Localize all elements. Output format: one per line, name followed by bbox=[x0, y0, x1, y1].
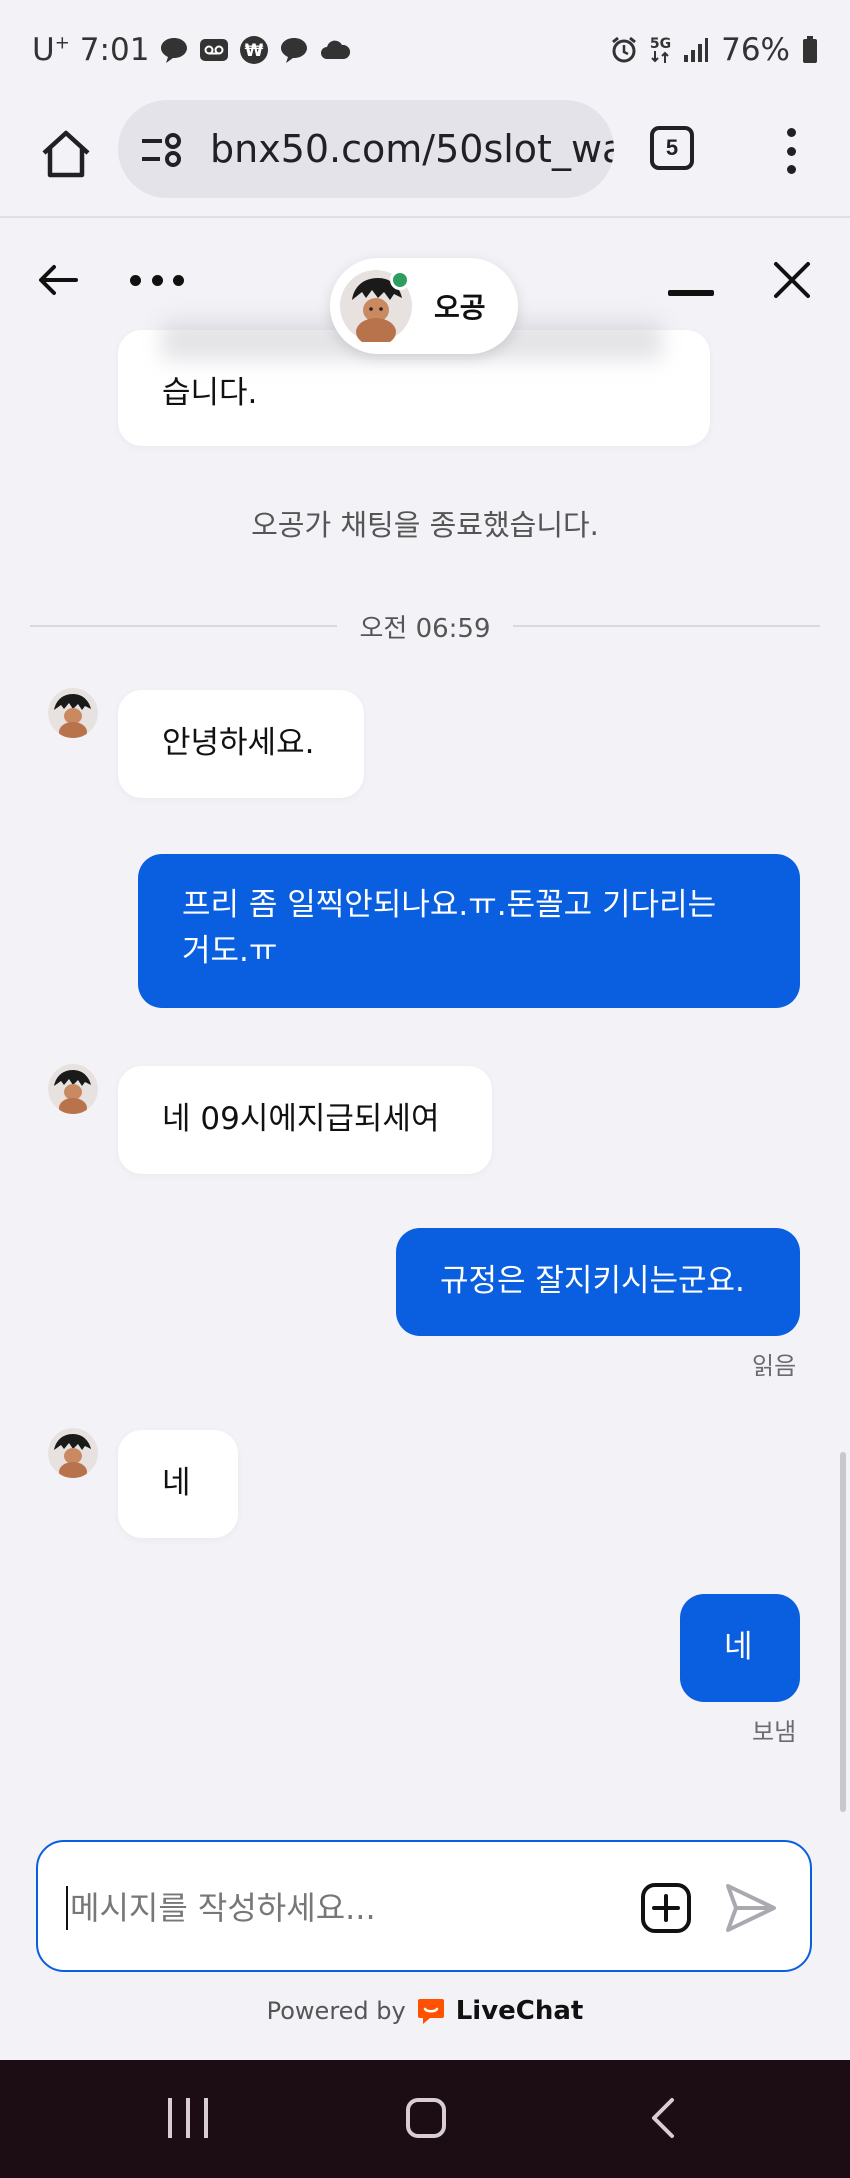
won-icon: ₩ bbox=[239, 35, 269, 65]
divider bbox=[512, 625, 821, 627]
agent-avatar bbox=[48, 688, 98, 738]
agent-name: 오공 bbox=[434, 291, 486, 324]
cloud-icon bbox=[319, 39, 351, 61]
bar bbox=[204, 2098, 208, 2138]
chat-bubble-icon bbox=[159, 36, 189, 64]
svg-text:₩: ₩ bbox=[245, 41, 264, 61]
more-options-button[interactable] bbox=[130, 272, 184, 288]
user-message-bubble: 네 bbox=[680, 1594, 800, 1702]
tab-switcher-button[interactable]: 5 bbox=[650, 126, 694, 170]
message-composer bbox=[36, 1840, 812, 1972]
dot bbox=[786, 128, 796, 137]
network-5g-icon: 5G bbox=[650, 37, 671, 63]
site-settings-icon[interactable] bbox=[140, 129, 188, 169]
user-message-bubble: 프리 좀 일찍안되나요.ㅠ.돈꼴고 기다리는 거도.ㅠ bbox=[138, 854, 800, 1008]
home-icon bbox=[42, 130, 90, 178]
date-separator-label: 오전 06:59 bbox=[359, 613, 491, 644]
message-text: 네 09시에지급되세여 bbox=[162, 1101, 440, 1137]
message-text: 규정은 잘지키시는군요. bbox=[440, 1263, 745, 1299]
online-status-dot bbox=[390, 270, 410, 290]
carrier-label: U+ bbox=[32, 32, 70, 68]
send-icon[interactable] bbox=[724, 1882, 778, 1934]
dot bbox=[130, 274, 141, 286]
dot bbox=[786, 165, 796, 174]
agent-avatar bbox=[48, 1064, 98, 1114]
add-attachment-icon[interactable] bbox=[640, 1882, 692, 1934]
url-text[interactable]: bnx50.com/50slot_wa bbox=[210, 127, 614, 171]
signal-icon bbox=[683, 37, 709, 63]
bar bbox=[168, 2098, 172, 2138]
text-caret bbox=[66, 1886, 68, 1930]
bar bbox=[186, 2098, 190, 2138]
browser-toolbar: bnx50.com/50slot_wa 5 bbox=[0, 100, 850, 218]
recent-apps-button[interactable] bbox=[168, 2098, 208, 2138]
voicemail-icon bbox=[199, 36, 229, 64]
system-message: 오공가 채팅을 종료했습니다. bbox=[251, 508, 599, 542]
dot bbox=[151, 274, 163, 286]
message-text: 습니다. bbox=[162, 375, 258, 411]
agent-message-bubble: 네 09시에지급되세여 bbox=[118, 1066, 492, 1174]
address-bar[interactable]: bnx50.com/50slot_wa bbox=[118, 100, 614, 198]
message-text-line: 거도.ㅠ bbox=[182, 933, 278, 969]
message-text: 네 bbox=[724, 1629, 753, 1665]
status-time: 7:01 bbox=[79, 32, 150, 68]
sent-receipt: 보냄 bbox=[752, 1718, 797, 1746]
agent-avatar bbox=[48, 1428, 98, 1478]
back-arrow-icon[interactable] bbox=[36, 258, 80, 302]
chat-header: 오공 bbox=[0, 220, 850, 354]
read-receipt: 읽음 bbox=[752, 1352, 797, 1380]
scrollbar-thumb[interactable] bbox=[840, 1452, 846, 1812]
nav-back-icon[interactable] bbox=[648, 2096, 678, 2140]
powered-by-text: Powered by bbox=[266, 1997, 406, 2025]
message-text: 네 bbox=[162, 1465, 191, 1501]
dot bbox=[786, 146, 796, 156]
system-navigation-bar bbox=[0, 2060, 850, 2178]
divider bbox=[30, 625, 338, 627]
agent-message-bubble: 안녕하세요. bbox=[118, 690, 364, 798]
message-text-line: 프리 좀 일찍안되나요.ㅠ.돈꼴고 기다리는 bbox=[182, 887, 717, 923]
livechat-logo-icon bbox=[417, 1999, 444, 2024]
nav-home-button[interactable] bbox=[406, 2098, 446, 2138]
user-message-bubble: 규정은 잘지키시는군요. bbox=[396, 1228, 800, 1336]
status-bar: U+ 7:01 ₩ 5G 76% bbox=[0, 0, 850, 100]
home-button[interactable] bbox=[36, 124, 96, 184]
close-icon[interactable] bbox=[770, 258, 814, 302]
battery-percent: 76% bbox=[721, 32, 790, 68]
message-text: 안녕하세요. bbox=[162, 725, 315, 761]
battery-icon bbox=[802, 36, 818, 64]
agent-info[interactable]: 오공 bbox=[330, 258, 518, 354]
powered-by-footer: Powered by LiveChat bbox=[0, 1996, 850, 2026]
message-input[interactable] bbox=[70, 1870, 630, 1946]
chat-bubble-icon bbox=[279, 36, 309, 64]
minimize-button[interactable] bbox=[668, 290, 714, 296]
browser-menu-button[interactable] bbox=[776, 128, 806, 174]
dot bbox=[173, 274, 184, 286]
agent-message-bubble: 네 bbox=[118, 1430, 238, 1538]
date-separator: 오전 06:59 bbox=[30, 608, 821, 644]
alarm-icon bbox=[610, 36, 638, 64]
livechat-brand[interactable]: LiveChat bbox=[456, 1996, 584, 2026]
